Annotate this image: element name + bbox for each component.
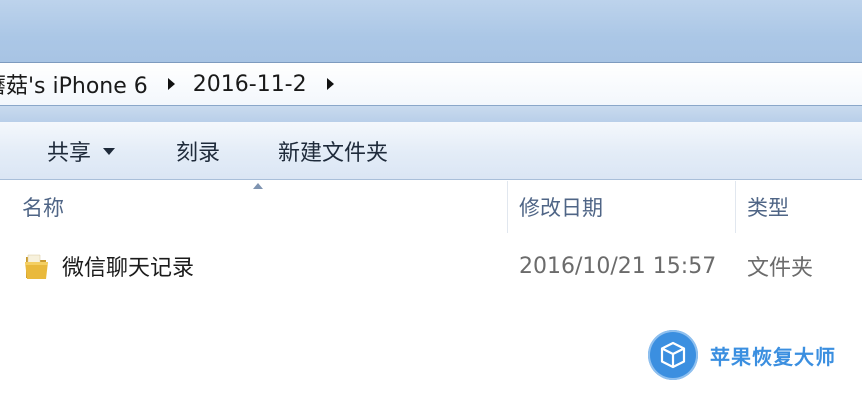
- burn-label: 刻录: [176, 141, 221, 166]
- breadcrumb-folder[interactable]: 2016-11-2: [193, 72, 313, 97]
- share-label: 共享: [47, 141, 92, 166]
- column-header-modified-label: 修改日期: [519, 196, 603, 220]
- breadcrumb-arrow-icon[interactable]: [326, 78, 334, 90]
- share-button[interactable]: 共享: [47, 122, 116, 180]
- breadcrumb-device[interactable]: 蘑菇's iPhone 6: [0, 68, 154, 100]
- file-name: 微信聊天记录: [62, 256, 195, 281]
- title-bar: [0, 0, 862, 62]
- file-modified-cell: 2016/10/21 15:57: [519, 240, 716, 292]
- column-header-modified[interactable]: 修改日期: [519, 181, 603, 233]
- column-divider[interactable]: [507, 181, 508, 233]
- column-header-type-label: 类型: [747, 196, 789, 220]
- column-header-type[interactable]: 类型: [747, 181, 789, 233]
- cube-icon: [648, 330, 698, 380]
- folder-icon: [25, 254, 48, 279]
- command-toolbar: 共享 刻录 新建文件夹: [0, 122, 862, 180]
- file-type: 文件夹: [747, 256, 814, 281]
- watermark: 苹果恢复大师: [648, 330, 836, 380]
- sort-ascending-icon: [253, 183, 263, 189]
- new-folder-button[interactable]: 新建文件夹: [278, 122, 388, 180]
- file-modified: 2016/10/21 15:57: [519, 253, 717, 279]
- column-header-name[interactable]: 名称: [22, 181, 64, 233]
- file-type-cell: 文件夹: [747, 240, 813, 292]
- file-name-cell: 微信聊天记录: [24, 240, 194, 292]
- cube-icon-graphic: [660, 341, 686, 369]
- burn-button[interactable]: 刻录: [176, 122, 220, 180]
- watermark-text: 苹果恢复大师: [710, 344, 836, 369]
- column-divider[interactable]: [735, 181, 736, 233]
- column-header-name-label: 名称: [22, 196, 64, 220]
- file-row[interactable]: 微信聊天记录 2016/10/21 15:57 文件夹: [0, 240, 862, 292]
- breadcrumb-arrow-icon[interactable]: [167, 78, 175, 90]
- address-toolbar-separator: [0, 106, 862, 122]
- address-bar[interactable]: 蘑菇's iPhone 6 2016-11-2: [0, 62, 862, 106]
- chevron-down-icon: [103, 147, 116, 155]
- new-folder-label: 新建文件夹: [278, 141, 389, 166]
- column-header-row: 名称 修改日期 类型: [0, 181, 862, 233]
- explorer-window: 蘑菇's iPhone 6 2016-11-2 共享 刻录 新建文件夹 名称 修…: [0, 0, 862, 400]
- breadcrumb: 蘑菇's iPhone 6 2016-11-2: [0, 68, 352, 100]
